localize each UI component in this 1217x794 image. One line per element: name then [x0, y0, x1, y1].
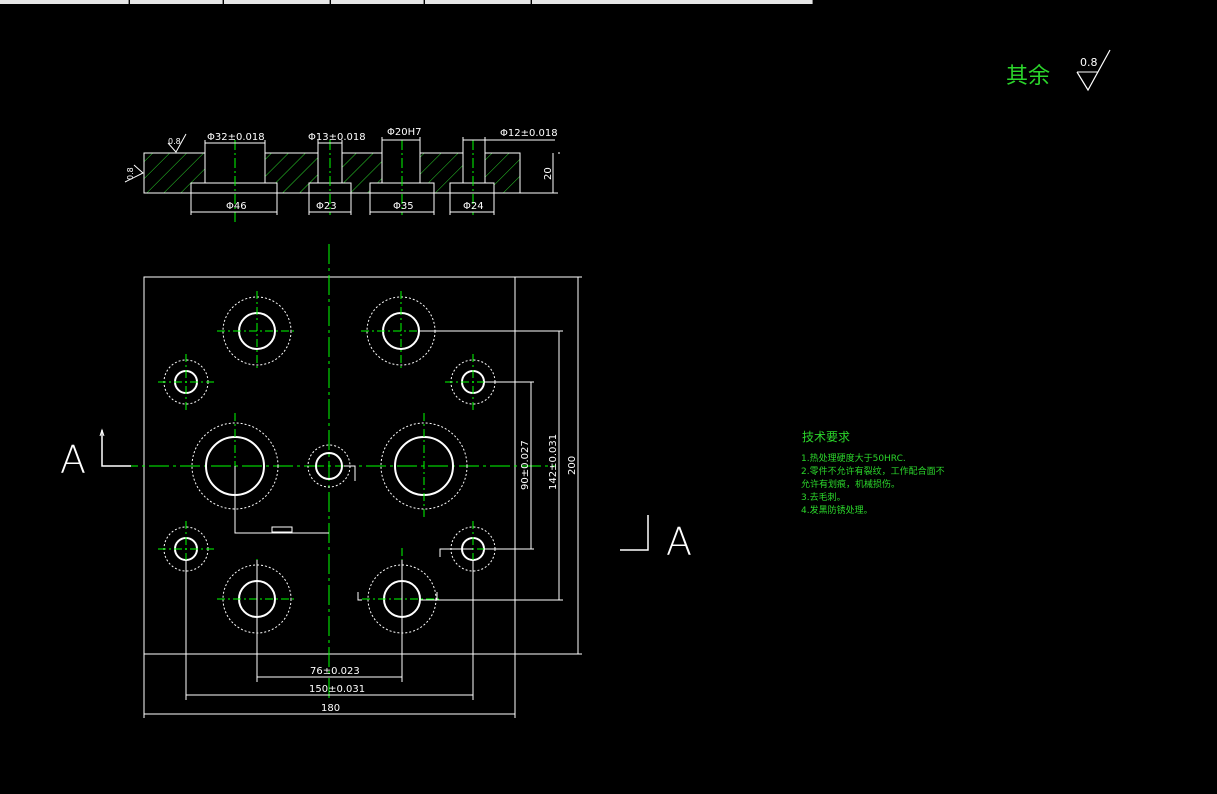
tech-requirement-line: 2.零件不允许有裂纹，工作配合面不: [801, 465, 945, 477]
roughness-label: 其余: [1006, 64, 1050, 89]
dim-label: 142±0.031: [548, 434, 559, 490]
dim-label: 90±0.027: [520, 440, 531, 490]
roughness-value: 0.8: [1080, 56, 1098, 69]
drawing-canvas[interactable]: 其余 0.8 Φ32±0.018 Φ13±0.018 Φ20H7 Φ12±0.0…: [0, 0, 1217, 794]
roughness-value: 0.8: [168, 137, 181, 146]
tech-requirements-title: 技术要求: [802, 430, 850, 444]
dim-label: 76±0.023: [310, 666, 360, 677]
dim-label: Φ13±0.018: [308, 132, 366, 143]
roughness-note: 其余 0.8: [1006, 49, 1111, 92]
dim-label: Φ12±0.018: [500, 128, 558, 139]
dim-label: 180: [321, 703, 340, 714]
dim-label: Φ20H7: [387, 127, 421, 138]
tech-requirement-line: 允许有划痕，机械损伤。: [801, 478, 900, 490]
section-marker-left: A: [60, 438, 86, 482]
tech-requirement-line: 4.发黑防锈处理。: [801, 504, 873, 516]
tech-requirement-line: 3.去毛刺。: [801, 491, 846, 503]
section-marker-right: A: [666, 520, 692, 564]
dim-label: 20: [543, 167, 554, 180]
dim-label: Φ23: [316, 201, 337, 212]
plan-view: A A 76±0.023 150±0.031 180 90±0.027 142±…: [60, 244, 692, 718]
tech-requirement-line: 1.热处理硬度大于50HRC.: [801, 452, 906, 464]
dim-label: Φ46: [226, 201, 247, 212]
tech-requirements: 技术要求 1.热处理硬度大于50HRC. 2.零件不允许有裂纹，工作配合面不 允…: [801, 430, 945, 516]
dim-label: 200: [567, 456, 578, 475]
dim-label: Φ32±0.018: [207, 132, 265, 143]
roughness-value: 0.8: [126, 167, 135, 180]
dim-label: Φ35: [393, 201, 414, 212]
section-view: Φ32±0.018 Φ13±0.018 Φ20H7 Φ12±0.018 Φ46 …: [124, 127, 560, 222]
dim-label: Φ24: [463, 201, 484, 212]
dim-label: 150±0.031: [309, 684, 365, 695]
